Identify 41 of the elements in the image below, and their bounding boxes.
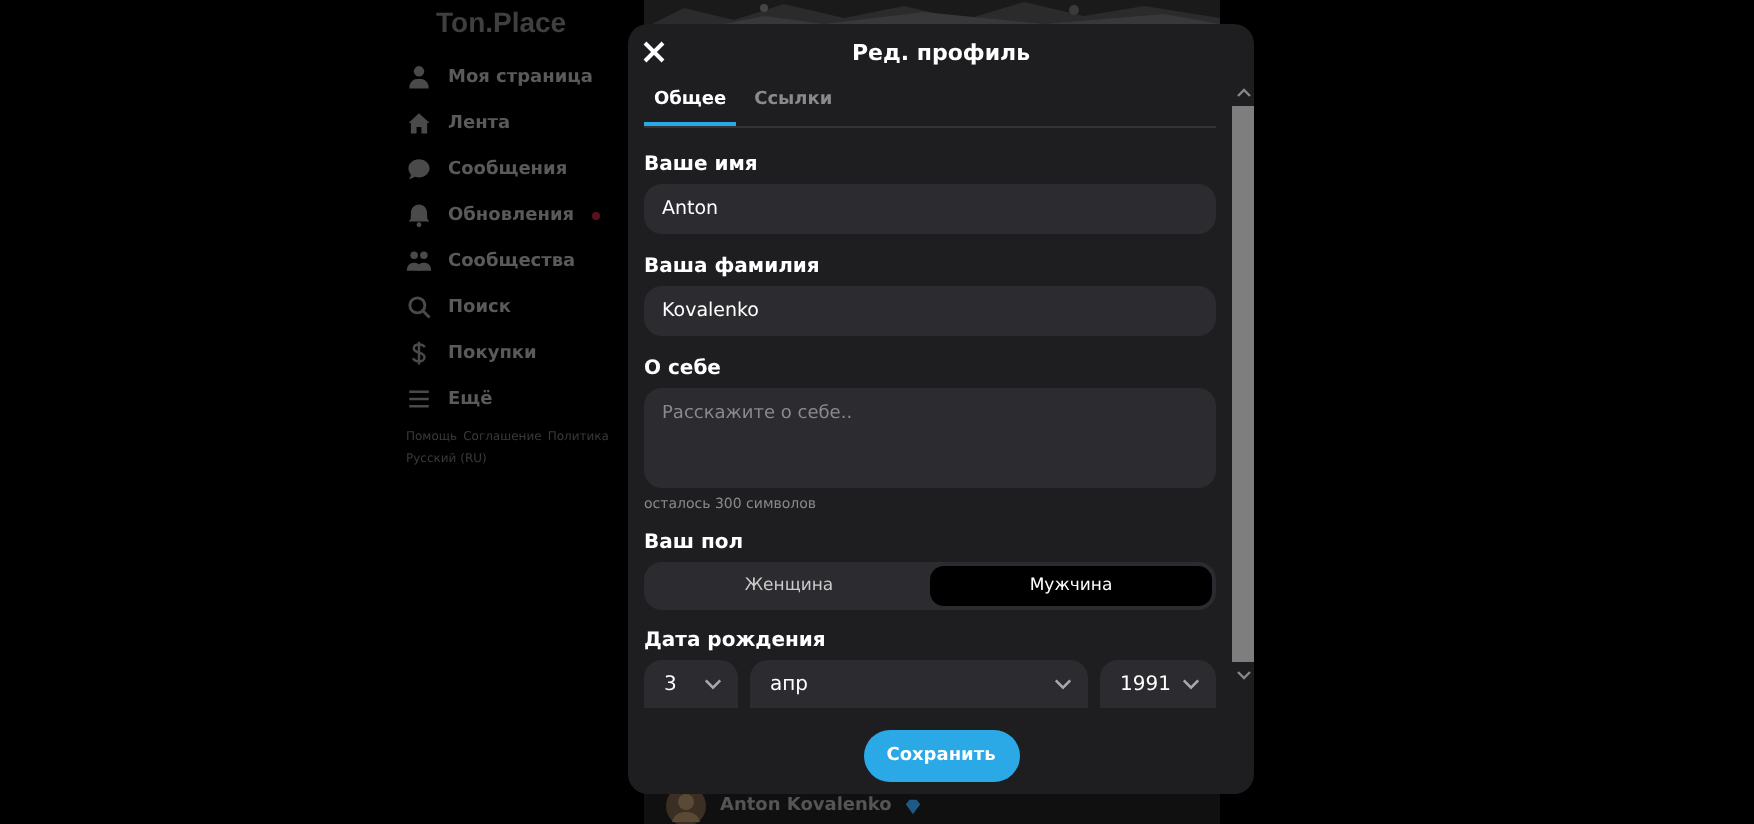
bell-icon [406, 202, 432, 228]
dollar-icon [406, 340, 432, 366]
chevron-icon [1182, 678, 1200, 690]
gender-option[interactable]: Женщина [648, 566, 930, 606]
chat-icon [406, 156, 432, 182]
day-select[interactable]: 3 [644, 660, 738, 708]
field-label: Ваш пол [644, 532, 746, 554]
chevron-icon [1054, 678, 1072, 690]
tab[interactable]: Общее [644, 80, 737, 126]
month-select[interactable]: апр [750, 660, 1088, 708]
field-label: Ваше имя [644, 154, 760, 176]
group-icon [406, 248, 432, 274]
gender-option[interactable]: Мужчина [930, 566, 1212, 606]
menu-icon [406, 386, 432, 412]
year-select[interactable]: 1991 [1100, 660, 1216, 708]
nav-item[interactable]: Поиск [400, 284, 644, 330]
scroll-down-icon[interactable] [1235, 670, 1251, 680]
nav-item[interactable]: Ещё [400, 376, 644, 422]
nav-item[interactable]: Обновления [400, 192, 644, 238]
scroll-up-icon[interactable] [1235, 88, 1251, 98]
input-field[interactable]: Anton [644, 184, 1216, 234]
close-icon [642, 40, 666, 64]
tab[interactable]: Ссылки [744, 80, 843, 126]
save-button[interactable]: Сохранить [863, 729, 1019, 781]
field-label: Ваша фамилия [644, 256, 822, 278]
search-icon [406, 294, 432, 320]
about-field[interactable]: Расскажите о себе.. [644, 388, 1216, 488]
nav-item[interactable]: Сообщества [400, 238, 644, 284]
home-icon [406, 110, 432, 136]
chevron-icon [704, 678, 722, 690]
dialog-title: Ред. профиль [851, 39, 1031, 65]
field-label: О себе [644, 358, 723, 380]
user-icon [406, 64, 432, 90]
input-field[interactable]: Kovalenko [644, 286, 1216, 336]
nav-item[interactable]: Сообщения [400, 146, 644, 192]
nav-item[interactable]: Моя страница [400, 54, 644, 100]
nav-item[interactable]: Покупки [400, 330, 644, 376]
nav-item[interactable]: Лента [400, 100, 644, 146]
field-label: Дата рождения [644, 630, 828, 652]
author-name[interactable]: Anton Kovalenko [720, 796, 892, 816]
close-button[interactable] [642, 40, 666, 64]
